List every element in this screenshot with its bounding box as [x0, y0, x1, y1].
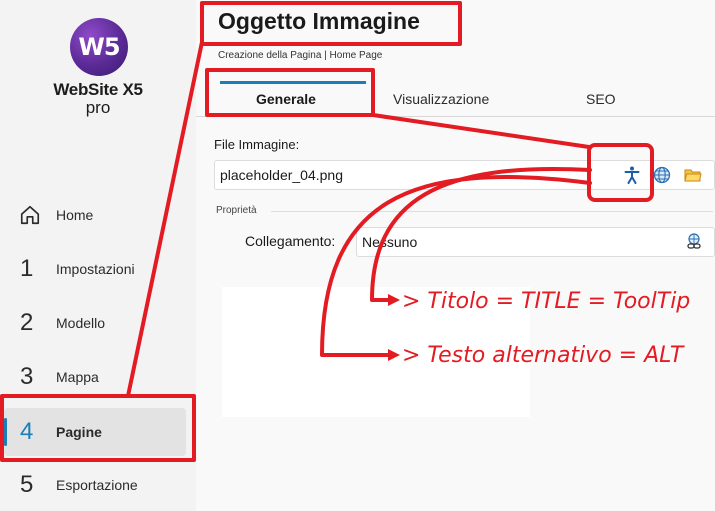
sidebar-item-modello[interactable]: 2 Modello — [0, 300, 196, 346]
globe-icon[interactable] — [652, 165, 672, 185]
step-number: 1 — [20, 255, 34, 282]
page-title: Oggetto Immagine — [218, 8, 420, 34]
breadcrumb: Creazione della Pagina | Home Page — [218, 50, 383, 61]
sidebar-item-label: Modello — [56, 315, 106, 331]
step-number: 3 — [20, 363, 34, 390]
accessibility-icon[interactable] — [622, 165, 642, 185]
main-panel: Oggetto Immagine Creazione della Pagina … — [196, 0, 715, 511]
tab-generale[interactable]: Generale — [256, 91, 316, 107]
sidebar-item-mappa[interactable]: 3 Mappa — [0, 354, 196, 400]
tab-bar: Generale Visualizzazione SEO — [196, 72, 715, 117]
logo-name: WebSite X5 — [53, 80, 143, 99]
sidebar-item-home[interactable]: Home — [0, 192, 196, 238]
file-label: File Immagine: — [214, 137, 300, 152]
step-number: 4 — [20, 418, 34, 445]
annotation-title-tooltip: > Titolo = TITLE = ToolTip — [402, 289, 691, 314]
step-number: 2 — [20, 309, 34, 336]
section-title: Proprietà — [216, 205, 257, 216]
sidebar-item-pagine[interactable]: 4 Pagine — [0, 402, 196, 462]
tab-seo[interactable]: SEO — [586, 91, 616, 107]
sidebar-item-label: Impostazioni — [56, 261, 135, 277]
file-value: placeholder_04.png — [220, 167, 343, 183]
link-icon[interactable] — [684, 232, 704, 252]
section-divider — [271, 211, 713, 212]
active-tab-indicator — [220, 81, 366, 84]
folder-icon[interactable] — [683, 165, 703, 185]
home-icon — [20, 205, 40, 225]
sidebar-item-label: Home — [56, 207, 94, 223]
sidebar-item-label: Pagine — [56, 424, 102, 440]
sidebar: W5 WebSite X5 pro Home 1 Impostazioni 2 … — [0, 0, 196, 511]
file-field[interactable]: placeholder_04.png — [214, 160, 715, 190]
tab-visualizzazione[interactable]: Visualizzazione — [393, 91, 489, 107]
app-logo: W5 — [70, 18, 128, 76]
sidebar-item-label: Esportazione — [56, 477, 138, 493]
annotation-alt-text: > Testo alternativo = ALT — [402, 343, 684, 368]
link-value: Nessuno — [362, 234, 418, 250]
sidebar-item-label: Mappa — [56, 369, 99, 385]
logo-mark: W5 — [78, 33, 120, 61]
sidebar-item-impostazioni[interactable]: 1 Impostazioni — [0, 246, 196, 292]
step-number: 5 — [20, 471, 34, 498]
active-indicator — [4, 418, 7, 446]
sidebar-item-esportazione[interactable]: 5 Esportazione — [0, 462, 196, 508]
link-label: Collegamento: — [245, 233, 336, 249]
logo-edition: pro — [85, 98, 111, 117]
link-field[interactable]: Nessuno — [356, 227, 715, 257]
